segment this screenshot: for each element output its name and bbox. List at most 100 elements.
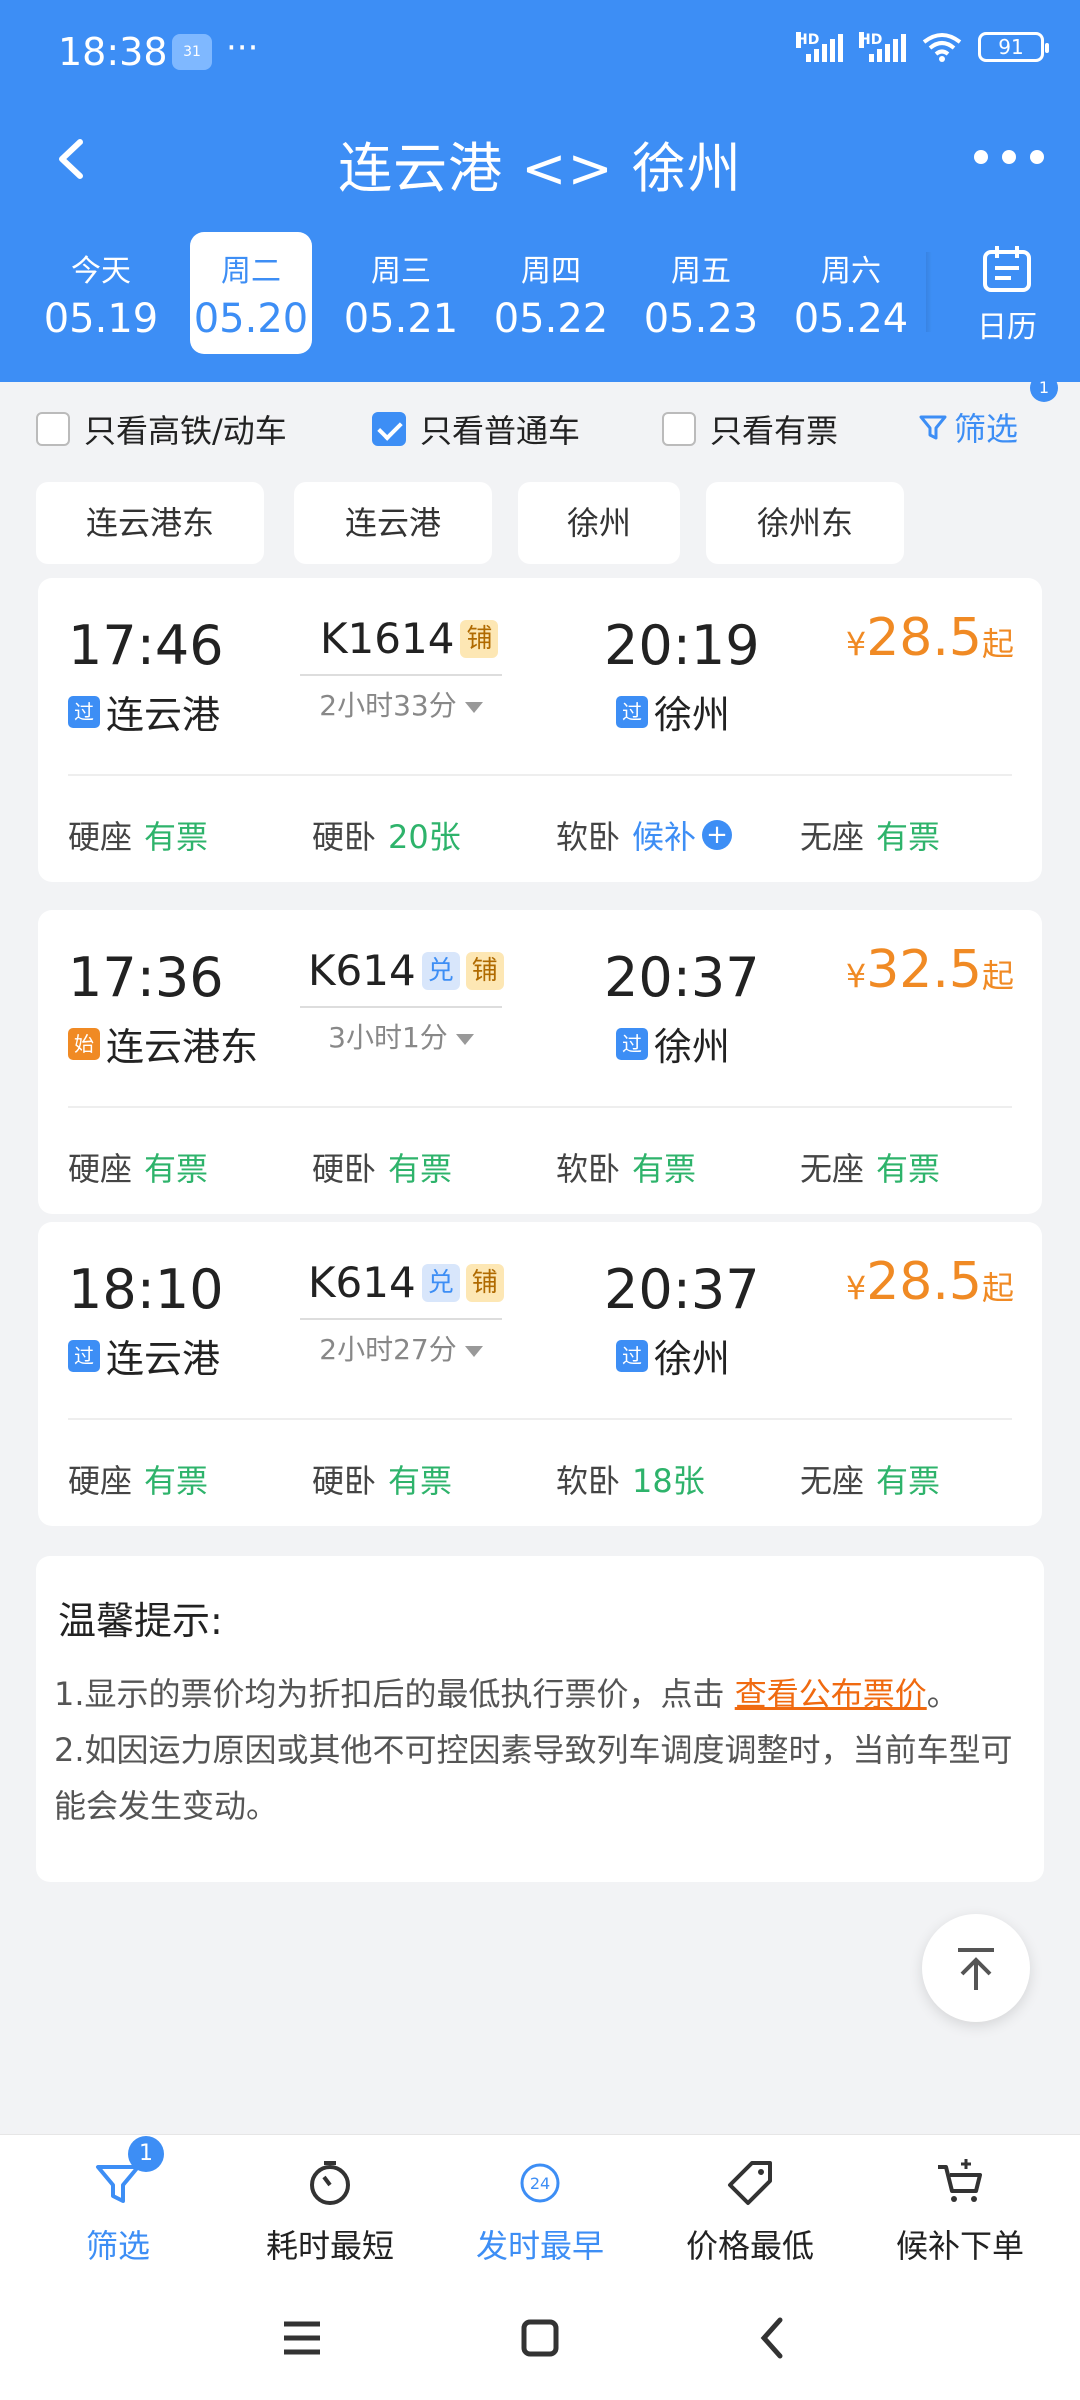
berth-tag: 铺 [465,1263,504,1302]
battery-icon: 91 [978,32,1049,62]
divider [68,774,1012,776]
nav-filter[interactable]: 筛选 [28,2155,208,2267]
pass-badge: 过 [616,695,648,728]
arrival-time: 20:19 [604,614,760,677]
train-card[interactable]: 17:46 过 连云港 K1614 铺 2小时33分 20:19 过 徐州 ¥ … [38,578,1042,882]
wifi-icon [922,33,962,62]
caret-down-icon [464,701,483,713]
departure-time: 17:36 [68,946,224,1009]
departure-time: 17:46 [68,614,224,677]
checkbox-box [36,412,70,446]
published-price-link[interactable]: 查看公布票价 [735,1675,927,1713]
date-tab-selected[interactable]: 周二 05.20 [190,232,312,354]
menu-icon[interactable] [272,2308,332,2368]
nav-lowest-price[interactable]: 价格最低 [660,2155,840,2267]
route-line [300,1006,502,1008]
filter-icon [919,415,947,440]
nav-shortest[interactable]: 耗时最短 [240,2155,420,2267]
arrow-up-icon [958,1948,994,1990]
station-chip[interactable]: 连云港 [294,482,492,564]
checkbox-box-checked [372,412,406,446]
price: ¥ 28.5 起 [845,1252,1014,1312]
calendar-icon [983,246,1031,292]
nav-earliest[interactable]: 24 发时最早 [450,2155,630,2267]
date-tab[interactable]: 周四 05.22 [490,232,612,354]
station-chip[interactable]: 连云港东 [36,482,264,564]
system-nav-bar [0,2272,1080,2400]
exchange-tag: 兑 [421,1263,460,1302]
page-title: 连云港 <> 徐州 [338,137,742,200]
checkbox-gaotie[interactable]: 只看高铁/动车 [36,406,287,452]
status-icons: HD HD 91 [796,32,1049,62]
berth-tag: 铺 [465,951,504,990]
checkbox-youpiao[interactable]: 只看有票 [662,406,838,452]
home-icon[interactable] [510,2308,570,2368]
header: 18:38 31 ··· HD HD 91 连云港 <> 徐州 今天 05.19… [0,0,1080,382]
price-tag-icon [728,2161,772,2205]
seat-info: 硬卧 20张 [312,818,461,856]
pass-badge: 过 [68,1339,100,1372]
nav-waitlist[interactable]: 候补下单 [870,2155,1050,2267]
divider [68,1106,1012,1108]
tips-body: 1.显示的票价均为折扣后的最低执行票价，点击 查看公布票价。 2.如因运力原因或… [54,1666,1044,1834]
checkbox-putong[interactable]: 只看普通车 [372,406,580,452]
status-time: 18:38 [58,30,168,74]
pass-badge: 过 [616,1027,648,1060]
seat-info: 软卧 有票 [556,1150,697,1188]
duration[interactable]: 3小时1分 [300,1016,502,1056]
back-nav-icon[interactable] [744,2308,804,2368]
nav-filter-badge: 1 [128,2136,164,2172]
checkbox-box [662,412,696,446]
date-separator [926,252,932,332]
arrival-station: 过 徐州 [616,1016,730,1071]
caret-down-icon [464,1345,483,1357]
timer-icon [310,2161,350,2205]
more-icon[interactable] [974,142,1044,172]
arrival-time: 20:37 [604,946,760,1009]
date-tab[interactable]: 今天 05.19 [40,232,162,354]
filter-link[interactable]: 筛选 [918,404,1018,450]
tips-panel: 温馨提示: 1.显示的票价均为折扣后的最低执行票价，点击 查看公布票价。 2.如… [36,1556,1044,1882]
arrival-station: 过 徐州 [616,1328,730,1383]
divider [68,1418,1012,1420]
price: ¥ 32.5 起 [845,940,1014,1000]
tips-line-2: 2.如因运力原因或其他不可控因素导致列车调度调整时，当前车型可能会发生变动。 [54,1731,1013,1825]
departure-time: 18:10 [68,1258,224,1321]
duration[interactable]: 2小时33分 [300,684,502,724]
caret-down-icon [455,1033,474,1045]
exchange-tag: 兑 [421,951,460,990]
seat-info: 硬座 有票 [68,1150,209,1188]
train-number: K614 兑 铺 [308,1258,504,1307]
svg-text:24: 24 [530,2174,550,2193]
filter-row: 只看高铁/动车 只看普通车 只看有票 筛选 [0,392,1080,452]
origin-badge: 始 [68,1027,100,1060]
arrival-time: 20:37 [604,1258,760,1321]
seat-info: 无座 有票 [800,1462,941,1500]
date-tab[interactable]: 周六 05.24 [790,232,912,354]
date-tab[interactable]: 周三 05.21 [340,232,462,354]
tips-line-1: 1.显示的票价均为折扣后的最低执行票价，点击 查看公布票价。 [54,1675,959,1713]
train-card[interactable]: 17:36 始 连云港东 K614 兑 铺 3小时1分 20:37 过 徐州 ¥… [38,910,1042,1214]
weather-icon: 31 [172,34,212,70]
seat-info: 软卧 18张 [556,1462,705,1500]
seat-info: 硬卧 有票 [312,1462,453,1500]
train-number: K614 兑 铺 [308,946,504,995]
seat-info-waitlist[interactable]: 软卧 候补 + [556,812,733,858]
seat-info: 无座 有票 [800,1150,941,1188]
route-line [300,674,502,676]
duration[interactable]: 2小时27分 [300,1328,502,1368]
train-number: K1614 铺 [320,614,499,663]
seat-info: 硬座 有票 [68,818,209,856]
plus-icon[interactable]: + [702,820,733,850]
status-more-icon: ··· [226,28,259,68]
date-tab[interactable]: 周五 05.23 [640,232,762,354]
tips-title: 温馨提示: [58,1599,223,1643]
calendar-button[interactable]: 日历 [952,246,1062,346]
back-to-top-button[interactable] [922,1914,1030,2022]
station-chip[interactable]: 徐州东 [706,482,904,564]
route-line [300,1318,502,1320]
train-card[interactable]: 18:10 过 连云港 K614 兑 铺 2小时27分 20:37 过 徐州 ¥… [38,1222,1042,1526]
clock-24-icon: 24 [520,2163,560,2203]
station-chip[interactable]: 徐州 [518,482,680,564]
berth-tag: 铺 [460,619,499,658]
